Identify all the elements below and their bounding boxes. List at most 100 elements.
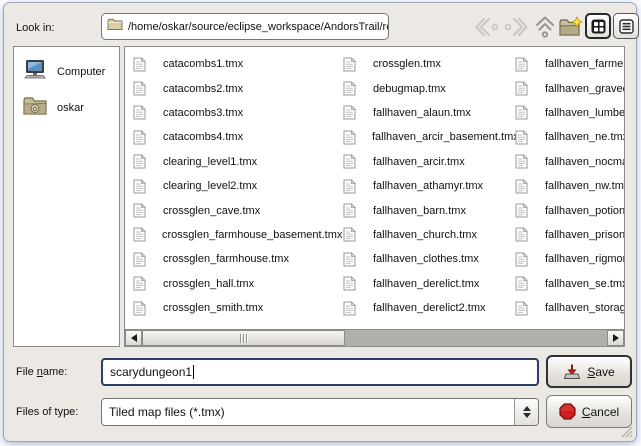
file-name-label: fallhaven_derelict2.tmx bbox=[373, 302, 486, 314]
sidebar-place-item[interactable]: Computer bbox=[22, 54, 119, 90]
resize-grip[interactable] bbox=[618, 423, 633, 438]
file-name-label: fallhaven_nw.tmx bbox=[545, 180, 625, 192]
file-item[interactable]: crossglen_smith.tmx bbox=[133, 296, 341, 320]
file-type-spinner[interactable] bbox=[514, 399, 538, 425]
file-item[interactable]: clearing_level1.tmx bbox=[133, 150, 341, 174]
grid-view-button[interactable] bbox=[585, 13, 611, 39]
document-icon bbox=[343, 203, 357, 218]
file-name-label: fallhaven_arcir_basement.tmx bbox=[372, 131, 519, 143]
chevrons-left-icon bbox=[475, 15, 499, 39]
file-name-label-caption: File name: bbox=[16, 366, 67, 378]
document-icon bbox=[515, 301, 529, 316]
file-item[interactable]: fallhaven_farmer bbox=[515, 52, 625, 76]
scroll-left-icon bbox=[131, 334, 137, 342]
screen: Look in: /home/oskar/source/eclipse_work… bbox=[0, 0, 641, 446]
document-icon bbox=[133, 301, 147, 316]
file-item[interactable]: catacombs4.tmx bbox=[133, 125, 341, 149]
document-icon bbox=[515, 276, 529, 291]
file-item[interactable]: fallhaven_potion bbox=[515, 198, 625, 222]
file-item[interactable]: fallhaven_derelict.tmx bbox=[343, 272, 513, 296]
file-item[interactable]: fallhaven_se.tmx bbox=[515, 272, 625, 296]
file-name-label: fallhaven_rigmor bbox=[545, 253, 625, 265]
file-item[interactable]: fallhaven_graved bbox=[515, 76, 625, 100]
file-item[interactable]: fallhaven_barn.tmx bbox=[343, 198, 513, 222]
file-name-label: catacombs2.tmx bbox=[163, 83, 243, 95]
save-arrow-icon bbox=[563, 364, 581, 380]
file-item[interactable]: fallhaven_church.tmx bbox=[343, 223, 513, 247]
file-item[interactable]: fallhaven_clothes.tmx bbox=[343, 247, 513, 271]
file-name-label: fallhaven_derelict.tmx bbox=[373, 278, 479, 290]
file-item[interactable]: fallhaven_prison bbox=[515, 223, 625, 247]
file-item[interactable]: fallhaven_nocma bbox=[515, 150, 625, 174]
file-name-label: fallhaven_potion bbox=[545, 205, 625, 217]
document-icon bbox=[343, 130, 356, 145]
file-item[interactable]: crossglen_cave.tmx bbox=[133, 198, 341, 222]
file-item[interactable]: clearing_level2.tmx bbox=[133, 174, 341, 198]
look-in-combobox[interactable]: /home/oskar/source/eclipse_workspace/And… bbox=[101, 13, 389, 40]
place-label: Computer bbox=[57, 66, 105, 78]
document-icon bbox=[133, 130, 147, 145]
place-label: oskar bbox=[57, 102, 84, 114]
file-name-label: catacombs4.tmx bbox=[163, 131, 243, 143]
document-icon bbox=[515, 252, 529, 267]
horizontal-scrollbar[interactable] bbox=[125, 329, 624, 346]
file-item[interactable]: fallhaven_nw.tmx bbox=[515, 174, 625, 198]
file-name-label: catacombs1.tmx bbox=[163, 58, 243, 70]
file-name-label: crossglen_farmhouse.tmx bbox=[163, 253, 289, 265]
file-name-label: crossglen_cave.tmx bbox=[163, 205, 260, 217]
list-view-button[interactable] bbox=[613, 13, 639, 39]
file-item[interactable]: fallhaven_alaun.tmx bbox=[343, 101, 513, 125]
back-button[interactable] bbox=[474, 14, 499, 39]
file-item[interactable]: fallhaven_storag bbox=[515, 296, 625, 320]
document-icon bbox=[133, 276, 147, 291]
up-one-level-button[interactable] bbox=[532, 14, 557, 39]
file-name-label: fallhaven_arcir.tmx bbox=[373, 156, 465, 168]
file-column-3: fallhaven_farmer fallhaven_graved fallha… bbox=[515, 52, 625, 320]
file-name-label: fallhaven_graved bbox=[545, 83, 625, 95]
scroll-left-button[interactable] bbox=[125, 330, 142, 346]
file-list-panel: catacombs1.tmx catacombs2.tmx catacombs3… bbox=[124, 46, 625, 347]
file-item[interactable]: fallhaven_rigmor bbox=[515, 247, 625, 271]
forward-button[interactable] bbox=[503, 14, 528, 39]
document-icon bbox=[515, 57, 529, 72]
list-view-icon bbox=[619, 19, 634, 34]
file-item[interactable]: fallhaven_derelict2.tmx bbox=[343, 296, 513, 320]
file-name-label: fallhaven_church.tmx bbox=[373, 229, 477, 241]
spinner-down-icon bbox=[523, 413, 531, 418]
document-icon bbox=[343, 301, 357, 316]
new-folder-button[interactable] bbox=[558, 14, 583, 39]
file-name-input[interactable]: scarydungeon1 bbox=[101, 358, 539, 386]
file-item[interactable]: debugmap.tmx bbox=[343, 76, 513, 100]
file-item[interactable]: fallhaven_arcir.tmx bbox=[343, 150, 513, 174]
file-item[interactable]: fallhaven_lumber bbox=[515, 101, 625, 125]
file-item[interactable]: fallhaven_athamyr.tmx bbox=[343, 174, 513, 198]
file-item[interactable]: fallhaven_ne.tmx bbox=[515, 125, 625, 149]
file-item[interactable]: crossglen_farmhouse.tmx bbox=[133, 247, 341, 271]
save-label: Save bbox=[587, 365, 614, 379]
file-item[interactable]: crossglen_farmhouse_basement.tmx bbox=[133, 223, 341, 247]
save-button[interactable]: Save bbox=[546, 355, 632, 388]
file-item[interactable]: crossglen.tmx bbox=[343, 52, 513, 76]
up-one-level-icon bbox=[533, 15, 557, 39]
sidebar-place-item[interactable]: oskar bbox=[22, 90, 119, 126]
document-icon bbox=[515, 203, 529, 218]
file-item[interactable]: crossglen_hall.tmx bbox=[133, 272, 341, 296]
file-name-label: crossglen_hall.tmx bbox=[163, 278, 254, 290]
spinner-up-icon bbox=[523, 406, 531, 411]
document-icon bbox=[343, 227, 357, 242]
file-item[interactable]: catacombs3.tmx bbox=[133, 101, 341, 125]
document-icon bbox=[343, 276, 357, 291]
file-type-combobox[interactable]: Tiled map files (*.tmx) bbox=[101, 398, 539, 426]
text-caret bbox=[193, 365, 194, 379]
file-item[interactable]: fallhaven_arcir_basement.tmx bbox=[343, 125, 513, 149]
scrollbar-thumb[interactable] bbox=[142, 330, 345, 346]
scrollbar-track[interactable] bbox=[345, 330, 607, 346]
file-item[interactable]: catacombs2.tmx bbox=[133, 76, 341, 100]
file-save-dialog: Look in: /home/oskar/source/eclipse_work… bbox=[3, 2, 637, 442]
file-item[interactable]: catacombs1.tmx bbox=[133, 52, 341, 76]
chevrons-right-icon bbox=[504, 15, 528, 39]
document-icon bbox=[515, 154, 529, 169]
places-sidebar: Computer oskar bbox=[13, 46, 120, 347]
scroll-right-button[interactable] bbox=[607, 330, 624, 346]
document-icon bbox=[343, 252, 357, 267]
